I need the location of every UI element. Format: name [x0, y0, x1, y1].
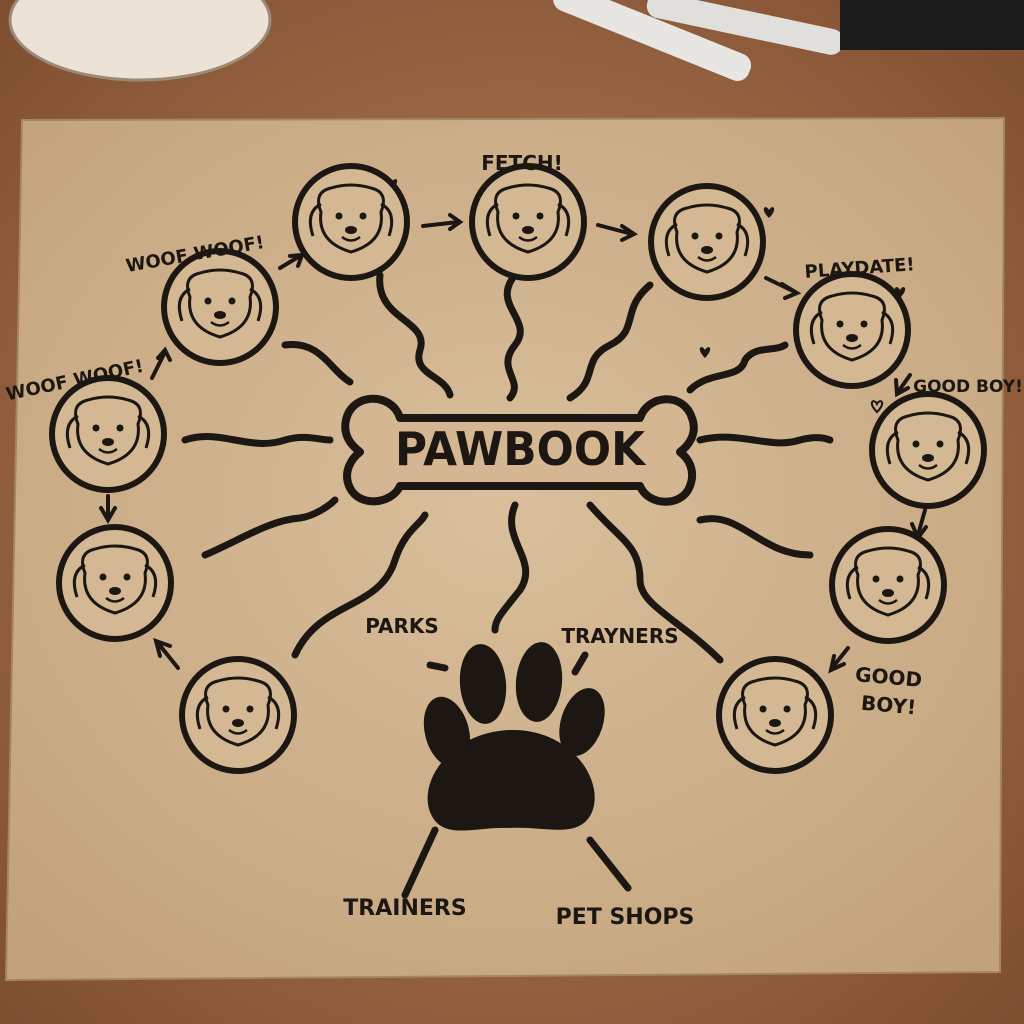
label-pet-shops: PET SHOPS	[556, 905, 695, 930]
beagle-icon[interactable]	[719, 659, 831, 771]
label-trayners: TRAYNERS	[561, 624, 678, 648]
label-good-boy-right: GOOD BOY!	[913, 377, 1023, 397]
label-trainers: TRAINERS	[343, 896, 466, 921]
terrier-icon[interactable]	[796, 274, 908, 386]
pawbook-bone[interactable]: PAWBOOK	[341, 394, 698, 506]
labrador-icon[interactable]	[872, 394, 984, 506]
center-title: PAWBOOK	[395, 422, 647, 476]
poodle-icon[interactable]	[182, 659, 294, 771]
bulldog-icon[interactable]	[472, 166, 584, 278]
poodle-icon[interactable]	[832, 529, 944, 641]
shaggy-dog-icon[interactable]	[164, 251, 276, 363]
golden-retriever-icon[interactable]	[295, 166, 407, 278]
boxer-icon[interactable]	[59, 527, 171, 639]
label-good-boy-bottom-2: BOY!	[860, 691, 917, 720]
spaniel-icon[interactable]	[52, 378, 164, 490]
pug-icon[interactable]	[651, 186, 763, 298]
mind-map-canvas: PAWBOOK FETCH! WOOF WOOF! WOOF WOOF! PLA…	[0, 0, 1024, 1024]
label-parks: PARKS	[365, 614, 439, 638]
label-fetch: FETCH!	[481, 151, 563, 175]
